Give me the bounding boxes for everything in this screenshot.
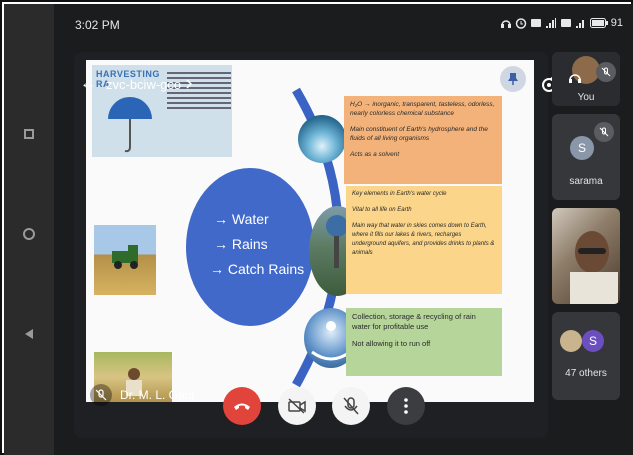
sarama-mic-off-icon <box>594 122 614 142</box>
participant-tile-sarama[interactable]: S sarama <box>552 114 620 200</box>
sarama-label: sarama <box>569 176 603 187</box>
status-bar: 3:02 PM 91 <box>54 4 633 44</box>
battery-percent: 91 <box>610 17 623 29</box>
signal-1-icon <box>545 18 556 28</box>
you-label: You <box>577 92 595 103</box>
headset-icon <box>569 74 581 83</box>
others-count: 47 others <box>565 368 607 379</box>
pin-icon <box>508 73 518 85</box>
umbrella-icon <box>108 97 152 153</box>
other-participant-photo <box>560 330 582 352</box>
meeting-header: ← zvc-bciw-gco <box>80 75 193 93</box>
participant-tile-others[interactable]: S 47 others <box>552 312 620 400</box>
phone-hangup-icon <box>234 403 250 410</box>
meeting-code[interactable]: zvc-bciw-gco <box>106 77 181 92</box>
presenter-name: Dr. M. L. Gaur <box>120 388 196 402</box>
presentation-stage[interactable]: HARVESTING RA → Water → Rains → Catch Ra… <box>74 52 548 438</box>
participant-tile-you[interactable]: You <box>552 52 620 106</box>
alarm-icon <box>515 18 526 29</box>
you-mic-off-icon <box>596 62 616 82</box>
home-button[interactable] <box>4 214 54 254</box>
sarama-avatar: S <box>570 136 594 160</box>
presenter-mic-off-icon <box>90 384 112 406</box>
chevron-right-icon[interactable] <box>185 79 193 89</box>
mic-toggle-button[interactable] <box>332 387 370 425</box>
phone-screen: 3:02 PM 91 HARVESTING RA → Water → Rains… <box>54 4 633 455</box>
shared-slide: HARVESTING RA → Water → Rains → Catch Ra… <box>86 60 534 402</box>
camera-toggle-button[interactable] <box>278 387 316 425</box>
back-triangle-icon <box>25 329 33 339</box>
more-options-button[interactable] <box>387 387 425 425</box>
recents-button[interactable] <box>4 114 54 154</box>
wheat-harvest-photo <box>94 225 156 295</box>
mic-off-icon <box>343 397 359 415</box>
participant-tile-video[interactable] <box>552 208 620 304</box>
topic-rains: → Rains <box>214 236 268 252</box>
topics-circle: → Water → Rains → Catch Rains <box>186 168 314 326</box>
signal-2-icon <box>575 20 584 28</box>
topic-water: → Water <box>214 211 269 227</box>
more-vertical-icon <box>404 398 408 414</box>
recents-icon <box>24 129 34 139</box>
status-time: 3:02 PM <box>75 18 120 32</box>
back-button[interactable] <box>4 314 54 354</box>
battery-icon <box>589 18 608 28</box>
back-arrow-icon[interactable]: ← <box>80 75 96 93</box>
screenshot-frame: 3:02 PM 91 HARVESTING RA → Water → Rains… <box>0 0 633 455</box>
participant-video-feed <box>570 231 618 304</box>
status-icons: 91 <box>500 17 623 29</box>
home-icon <box>23 228 35 240</box>
water-drop-image <box>298 115 346 163</box>
catch-rains-definition-box: Collection, storage & recycling of rain … <box>346 308 502 376</box>
android-nav-bar <box>4 4 54 455</box>
others-avatar: S <box>582 330 604 352</box>
sim-2-icon <box>560 19 571 27</box>
sim-icon <box>530 19 541 27</box>
rains-definition-box: Key elements in Earth's water cycle Vita… <box>346 186 502 294</box>
pin-button[interactable] <box>500 66 526 92</box>
topic-catch-rains: → Catch Rains <box>210 261 305 277</box>
water-definition-box: H₂O → inorganic, transparent, tasteless,… <box>344 96 502 184</box>
hang-up-button[interactable] <box>223 387 261 425</box>
camera-off-icon <box>288 398 306 414</box>
headset-icon <box>500 20 511 28</box>
presenter-label: Dr. M. L. Gaur <box>90 384 195 406</box>
